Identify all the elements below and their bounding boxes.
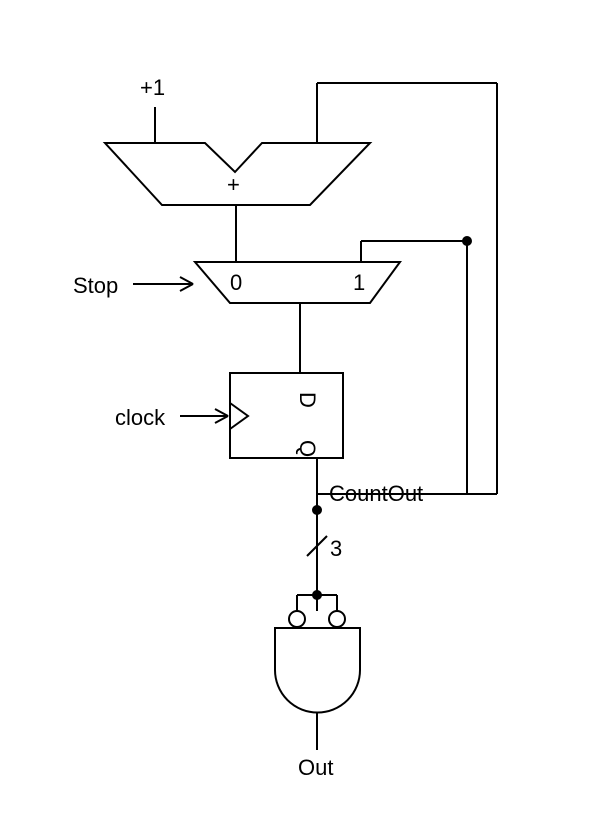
stop-label: Stop (73, 273, 118, 298)
plus-one-label: +1 (140, 75, 165, 100)
adder-symbol: + (227, 172, 240, 197)
clock-label: clock (115, 405, 166, 430)
mux-label-1: 1 (353, 270, 365, 295)
bus-width-label: 3 (330, 536, 342, 561)
inverter-bubble-left (289, 611, 305, 627)
and-gate (275, 628, 360, 713)
clock-triangle-icon (230, 403, 248, 429)
mux-label-0: 0 (230, 270, 242, 295)
reg-d-label: D (295, 392, 320, 408)
reg-q-label: Q (295, 440, 320, 457)
mux-block (195, 262, 400, 303)
counter-circuit-diagram: +1 + 0 1 Stop D Q clock CountOut (0, 0, 606, 824)
arrow-clock (215, 409, 228, 423)
junction-feedback (462, 236, 472, 246)
countout-label: CountOut (329, 481, 423, 506)
inverter-bubble-right (329, 611, 345, 627)
junction-countout (312, 505, 322, 515)
arrow-stop (178, 277, 193, 291)
out-label: Out (298, 755, 333, 780)
